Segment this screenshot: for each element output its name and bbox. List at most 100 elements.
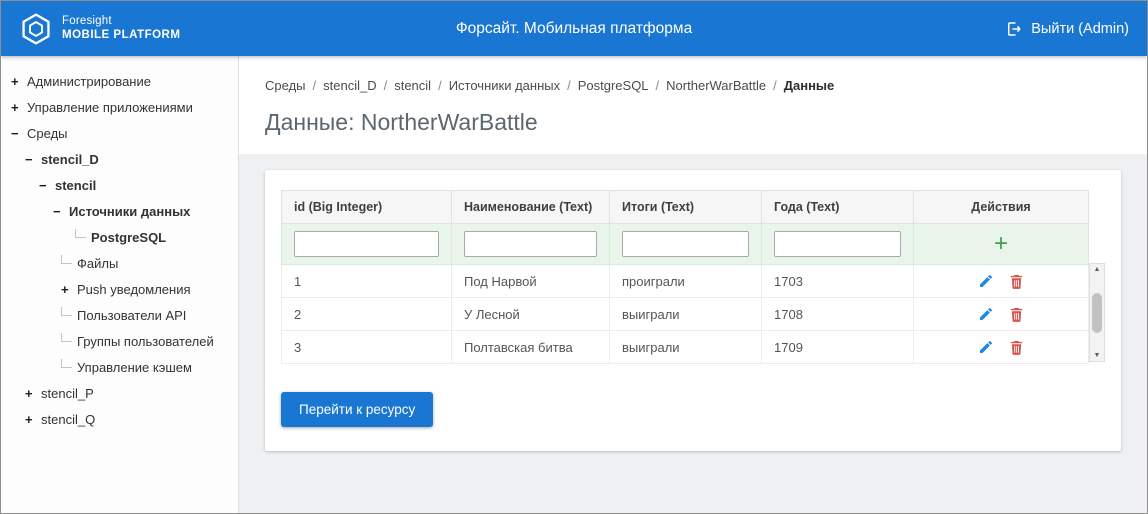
cell-id: 2 <box>281 297 452 331</box>
filter-input-id[interactable] <box>294 231 439 257</box>
scrollbar-thumb[interactable] <box>1092 292 1102 333</box>
delete-icon[interactable] <box>1009 340 1024 355</box>
collapse-icon[interactable]: − <box>11 126 27 141</box>
sidebar-item-files[interactable]: Файлы <box>1 250 238 276</box>
filter-row: + <box>281 223 1089 265</box>
tree-connector-line <box>61 254 72 264</box>
page-header-area: Среды / stencil_D / stencil / Источники … <box>239 56 1147 154</box>
cell-results: выиграли <box>609 330 762 364</box>
column-header-results: Итоги (Text) <box>609 190 762 224</box>
cell-years: 1708 <box>761 297 914 331</box>
scroll-down-icon[interactable]: ▼ <box>1094 352 1101 359</box>
sidebar-item-push-notifications[interactable]: + Push уведомления <box>1 276 238 302</box>
filter-input-name[interactable] <box>464 231 597 257</box>
breadcrumb-item[interactable]: stencil_D <box>323 78 376 93</box>
delete-icon[interactable] <box>1009 307 1024 322</box>
logout-label: Выйти (Admin) <box>1031 20 1129 37</box>
table-row: 2 У Лесной выиграли 1708 <box>281 297 1089 331</box>
column-header-name: Наименование (Text) <box>451 190 610 224</box>
breadcrumb-item[interactable]: PostgreSQL <box>578 78 649 93</box>
sidebar-item-stencil-q[interactable]: + stencil_Q <box>1 406 238 432</box>
sidebar-item-label: Среды <box>27 125 68 141</box>
edit-icon[interactable] <box>978 306 994 322</box>
sidebar-item-label: Пользователи API <box>77 307 187 323</box>
app-title: Форсайт. Мобильная платформа <box>455 19 693 37</box>
breadcrumb-separator: / <box>773 78 777 93</box>
page-title: Данные: NortherWarBattle <box>265 109 538 135</box>
breadcrumb-item[interactable]: Источники данных <box>449 78 560 93</box>
sidebar-item-administration[interactable]: + Администрирование <box>1 68 238 94</box>
sidebar-navigation-tree: + Администрирование + Управление приложе… <box>1 56 239 513</box>
sidebar-item-label: Администрирование <box>27 73 151 89</box>
breadcrumb-separator: / <box>567 78 571 93</box>
sidebar-item-postgresql[interactable]: PostgreSQL <box>1 224 238 250</box>
breadcrumb-item[interactable]: Среды <box>265 78 306 93</box>
breadcrumb-item[interactable]: NortherWarBattle <box>666 78 766 93</box>
cell-name: Полтавская битва <box>451 330 610 364</box>
sidebar-item-environments[interactable]: − Среды <box>1 120 238 146</box>
sidebar-item-label: Группы пользователей <box>77 333 214 349</box>
cell-name: Под Нарвой <box>451 264 610 298</box>
expand-icon[interactable]: + <box>25 386 41 401</box>
sidebar-item-label: Управление кэшем <box>77 359 192 375</box>
expand-icon[interactable]: + <box>61 282 77 297</box>
brand-logo-block[interactable]: Foresight MOBILE PLATFORM <box>19 12 180 46</box>
main-content: Среды / stencil_D / stencil / Источники … <box>239 56 1147 513</box>
collapse-icon[interactable]: − <box>25 152 41 167</box>
cell-results: проиграли <box>609 264 762 298</box>
vertical-scrollbar[interactable]: ▲ ▼ <box>1089 263 1105 362</box>
sidebar-item-label: Файлы <box>77 255 119 271</box>
logout-button[interactable]: Выйти (Admin) <box>1005 20 1129 38</box>
cell-id: 3 <box>281 330 452 364</box>
sidebar-item-label: Источники данных <box>69 203 191 219</box>
breadcrumb-separator: / <box>655 78 660 93</box>
go-to-resource-button[interactable]: Перейти к ресурсу <box>281 392 434 427</box>
filter-input-years[interactable] <box>774 231 901 257</box>
sidebar-item-stencil-p[interactable]: + stencil_P <box>1 380 238 406</box>
scroll-up-icon[interactable]: ▲ <box>1094 266 1101 273</box>
column-header-years: Года (Text) <box>761 190 914 224</box>
app-window: Foresight MOBILE PLATFORM Форсайт. Мобил… <box>0 0 1148 514</box>
breadcrumb-item[interactable]: stencil <box>394 78 431 93</box>
tree-connector-line <box>75 228 86 238</box>
cell-years: 1703 <box>761 264 914 298</box>
sidebar-item-stencil[interactable]: − stencil <box>1 172 238 198</box>
brand-name: Foresight <box>62 14 112 27</box>
sidebar-item-user-groups[interactable]: Группы пользователей <box>1 328 238 354</box>
filter-input-results[interactable] <box>622 231 749 257</box>
sidebar-item-label: stencil_P <box>41 385 94 401</box>
sidebar-item-label: Управление приложениями <box>27 99 193 115</box>
collapse-icon[interactable]: − <box>53 204 69 219</box>
breadcrumb-separator: / <box>312 78 317 93</box>
collapse-icon[interactable]: − <box>39 178 55 193</box>
data-table: id (Big Integer) Наименование (Text) Ито… <box>281 190 1089 364</box>
edit-icon[interactable] <box>978 339 994 355</box>
sidebar-item-data-sources[interactable]: − Источники данных <box>1 198 238 224</box>
top-header-bar: Foresight MOBILE PLATFORM Форсайт. Мобил… <box>1 1 1147 56</box>
cell-name: У Лесной <box>451 297 610 331</box>
table-row: 3 Полтавская битва выиграли 1709 <box>281 330 1089 364</box>
logout-icon <box>1005 20 1023 38</box>
sidebar-item-api-users[interactable]: Пользователи API <box>1 302 238 328</box>
brand-text: Foresight MOBILE PLATFORM <box>62 15 180 43</box>
add-row-button[interactable]: + <box>994 231 1008 255</box>
expand-icon[interactable]: + <box>11 74 27 89</box>
edit-icon[interactable] <box>978 273 994 289</box>
table-row: 1 Под Нарвой проиграли 1703 <box>281 264 1089 298</box>
cell-id: 1 <box>281 264 452 298</box>
sidebar-item-app-management[interactable]: + Управление приложениями <box>1 94 238 120</box>
cell-years: 1709 <box>761 330 914 364</box>
sidebar-item-cache-management[interactable]: Управление кэшем <box>1 354 238 380</box>
sidebar-item-label: stencil_D <box>41 151 99 167</box>
expand-icon[interactable]: + <box>11 100 27 115</box>
foresight-logo-icon <box>19 12 53 46</box>
sidebar-item-label: PostgreSQL <box>91 229 167 245</box>
sidebar-item-label: stencil <box>55 177 97 193</box>
delete-icon[interactable] <box>1009 274 1024 289</box>
table-header-row: id (Big Integer) Наименование (Text) Ито… <box>281 190 1089 224</box>
sidebar-item-stencil-d[interactable]: − stencil_D <box>1 146 238 172</box>
brand-product: MOBILE PLATFORM <box>62 28 181 41</box>
breadcrumb-separator: / <box>383 78 388 93</box>
sidebar-item-label: Push уведомления <box>77 281 191 297</box>
expand-icon[interactable]: + <box>25 412 41 427</box>
